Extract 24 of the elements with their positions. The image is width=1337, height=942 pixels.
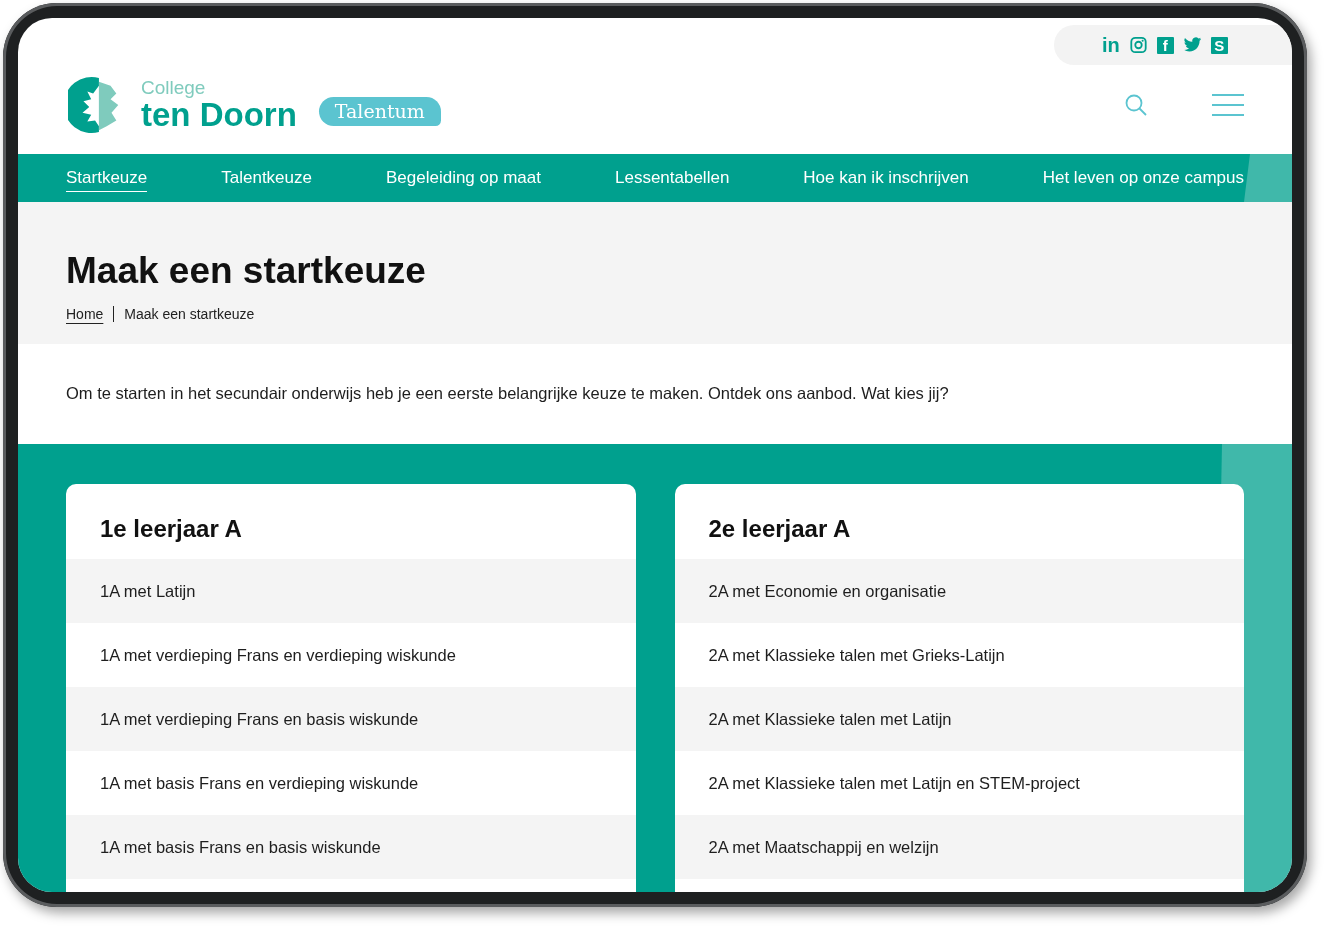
course-link[interactable]: 2A met Klassieke talen met Grieks-Latijn [674, 623, 1244, 687]
bird-icon[interactable] [1182, 36, 1202, 54]
logo-badge: Talentum [318, 97, 441, 126]
course-link[interactable]: 1A met verdieping Frans en basis wiskunde [66, 687, 636, 751]
course-link[interactable]: 1A met basis Frans en verdieping wiskunde [66, 751, 636, 815]
course-link[interactable]: 1A met basis Frans en basis wiskunde [66, 815, 636, 879]
menu-icon[interactable] [1212, 92, 1244, 117]
course-link[interactable]: 2A met Maatschappij en welzijn [674, 815, 1244, 879]
course-link[interactable]: 1A met verdieping Frans en verdieping wiskunde [66, 623, 636, 687]
intro-text: Om te starten in het secundair onderwijs heb je een eerste belangrijke keuze te maken. Ontdek ons aanbod. Wat kies jij? [66, 384, 950, 403]
breadcrumb-link[interactable]: Home [66, 306, 104, 322]
card-title: 1e leerjaar A [99, 514, 243, 544]
logo-title: ten Doorn [141, 97, 297, 132]
breadcrumb-current: Maak een startkeuze [124, 306, 255, 322]
course-link[interactable]: 1A met Latijn [66, 559, 636, 623]
card-title: 2e leerjaar A [707, 514, 852, 544]
course-link[interactable]: 2A met Klassieke talen met Latijn [674, 687, 1244, 751]
search-icon[interactable] [1124, 92, 1148, 117]
course-link[interactable]: 2A met Klassieke talen met Latijn en STEM-project [674, 751, 1244, 815]
nav-accent [1244, 154, 1292, 202]
course-link[interactable]: 2A met Economie en organisatie [674, 559, 1244, 623]
logo-subtitle: College [141, 77, 207, 98]
page-title: Maak een startkeuze [66, 250, 427, 292]
instagram-icon[interactable] [1128, 36, 1148, 54]
